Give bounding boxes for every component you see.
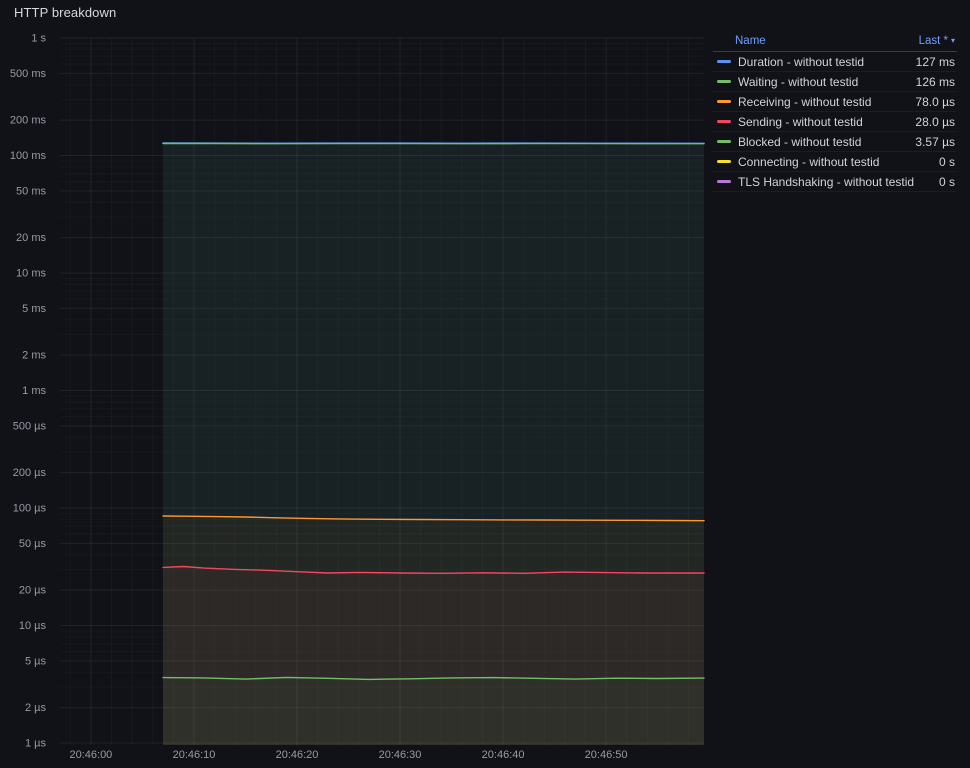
x-tick-label: 20:46:10 — [173, 749, 216, 761]
y-tick-label: 50 µs — [19, 538, 47, 550]
y-tick-label: 2 ms — [22, 350, 46, 362]
legend-series-label: Duration - without testid — [738, 54, 865, 69]
legend-series-label: Connecting - without testid — [738, 154, 880, 169]
legend-series-value: 28.0 µs — [915, 114, 955, 129]
legend-series-value: 127 ms — [915, 54, 955, 69]
x-tick-label: 20:46:00 — [69, 749, 112, 761]
sort-caret-icon: ▾ — [950, 36, 955, 45]
x-tick-label: 20:46:30 — [379, 749, 422, 761]
series-marker-icon — [717, 140, 731, 143]
legend-row[interactable]: Receiving - without testid 78.0 µs — [713, 92, 957, 112]
series-marker-icon — [717, 160, 731, 163]
panel-title[interactable]: HTTP breakdown — [14, 5, 116, 20]
y-tick-label: 20 ms — [16, 232, 46, 244]
y-tick-label: 5 ms — [22, 303, 46, 315]
y-tick-label: 1 s — [31, 33, 46, 45]
series-marker-icon — [717, 120, 731, 123]
y-tick-label: 2 µs — [25, 702, 47, 714]
y-tick-label: 50 ms — [16, 185, 46, 197]
y-tick-label: 20 µs — [19, 585, 47, 597]
x-tick-label: 20:46:50 — [585, 749, 628, 761]
y-tick-label: 10 ms — [16, 268, 46, 280]
series-marker-icon — [717, 100, 731, 103]
legend-row[interactable]: Connecting - without testid 0 s — [713, 152, 957, 172]
legend-series-value: 78.0 µs — [915, 94, 955, 109]
legend-row[interactable]: Sending - without testid 28.0 µs — [713, 112, 957, 132]
legend-series-value: 0 s — [938, 154, 955, 169]
legend-value-header-label: Last * — [918, 35, 948, 47]
legend-name-header[interactable]: Name — [735, 35, 766, 47]
legend-series-label: Sending - without testid — [738, 114, 863, 129]
series-marker-icon — [717, 180, 731, 183]
y-tick-label: 100 ms — [10, 150, 47, 162]
legend-value-header[interactable]: Last * ▾ — [919, 35, 955, 47]
legend-series-label: Waiting - without testid — [738, 74, 859, 89]
legend-table: Name Last * ▾ Duration - without testid 12… — [713, 32, 957, 192]
legend-series-value: 0 s — [938, 174, 955, 189]
legend-series-label: Receiving - without testid — [738, 94, 872, 109]
legend-series-label: TLS Handshaking - without testid — [738, 174, 915, 189]
y-tick-label: 500 ms — [10, 68, 47, 80]
y-tick-label: 200 ms — [10, 115, 47, 127]
series-fill — [163, 677, 704, 745]
legend-series-value: 126 ms — [915, 74, 955, 89]
y-tick-label: 1 µs — [25, 738, 47, 750]
y-tick-label: 500 µs — [13, 420, 47, 432]
y-tick-label: 200 µs — [13, 467, 47, 479]
legend-rows: Duration - without testid 127 ms Waiting -… — [713, 52, 957, 192]
x-tick-label: 20:46:20 — [276, 749, 319, 761]
legend-row[interactable]: Blocked - without testid 3.57 µs — [713, 132, 957, 152]
grafana-panel: HTTP breakdown 1 s 500 ms 200 ms 100 ms 50 m… — [0, 0, 970, 768]
series-marker-icon — [717, 80, 731, 83]
y-tick-label: 1 ms — [22, 385, 46, 397]
y-tick-label: 5 µs — [25, 655, 47, 667]
legend-series-label: Blocked - without testid — [738, 134, 862, 149]
legend-row[interactable]: Duration - without testid 127 ms — [713, 52, 957, 72]
series-marker-icon — [717, 60, 731, 63]
legend-header: Name Last * ▾ — [713, 32, 957, 52]
legend-row[interactable]: TLS Handshaking - without testid 0 s — [713, 172, 957, 192]
x-tick-label: 20:46:40 — [482, 749, 525, 761]
legend-series-value: 3.57 µs — [915, 134, 955, 149]
y-tick-label: 100 µs — [13, 503, 47, 515]
legend-row[interactable]: Waiting - without testid 126 ms — [713, 72, 957, 92]
y-tick-label: 10 µs — [19, 620, 47, 632]
